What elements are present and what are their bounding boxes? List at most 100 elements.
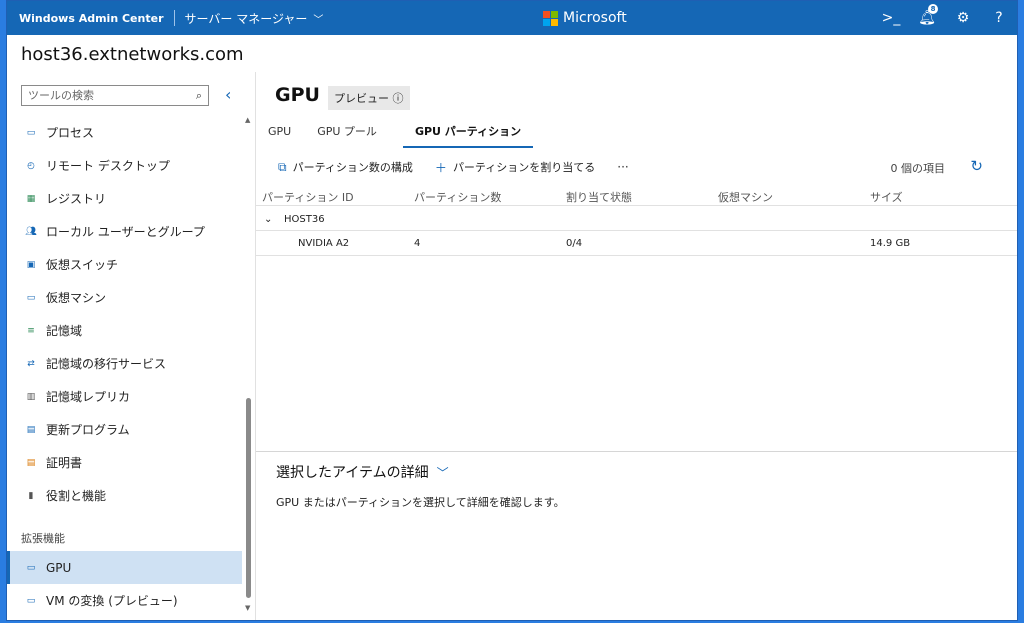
app-window: Windows Admin Center サーバー マネージャー ﹀ Micro… <box>6 0 1018 621</box>
sidebar-item[interactable]: ▭ 仮想マシン <box>7 281 242 314</box>
chevron-down-icon[interactable]: ⌄ <box>264 214 272 225</box>
gear-icon[interactable]: ⚙ <box>945 10 981 26</box>
refresh-icon[interactable]: ↻ <box>970 157 983 175</box>
configure-icon: ⧉ <box>278 159 287 174</box>
sidebar-item-label: リモート デスクトップ <box>46 159 170 173</box>
divider <box>173 10 175 26</box>
sidebar-item-label: ローカル ユーザーとグループ <box>46 225 205 239</box>
sidebar-item[interactable]: ▦ レジストリ <box>7 182 242 215</box>
preview-badge[interactable]: プレビュー ⓘ <box>328 86 410 110</box>
powershell-icon[interactable]: >_ <box>873 10 909 26</box>
assign-label: パーティションを割り当てる <box>452 161 596 174</box>
brand-title[interactable]: Windows Admin Center <box>19 12 164 25</box>
gpu-icon: ▭ <box>26 562 36 573</box>
column-partition-id[interactable]: パーティション ID <box>262 189 354 205</box>
sidebar-item[interactable]: ▭ プロセス <box>7 116 242 149</box>
help-icon[interactable]: ? <box>981 10 1017 26</box>
sidebar-scrollbar[interactable]: ▲ ▼ <box>245 116 253 612</box>
item-count: 0 個の項目 <box>890 162 946 175</box>
host-name: host36.extnetworks.com <box>21 44 244 65</box>
cell-partition-count: 4 <box>414 238 421 249</box>
assign-partition-button[interactable]: ＋ パーティションを割り当てる <box>435 159 595 176</box>
tool-search-box: ⌕ <box>21 85 209 106</box>
tab-gpu-partition[interactable]: GPU パーティション <box>402 124 534 148</box>
more-actions-button[interactable]: ··· <box>617 160 628 174</box>
column-partition-count[interactable]: パーティション数 <box>414 189 501 205</box>
tab-gpu[interactable]: GPU <box>268 124 291 148</box>
virtual-machine-icon: ▭ <box>26 292 36 303</box>
remote-desktop-icon: ◴ <box>27 160 35 171</box>
column-assignment-status[interactable]: 割り当て状態 <box>566 189 632 205</box>
updates-icon: ▤ <box>26 424 36 435</box>
main-content: GPU プレビュー ⓘ GPU GPU プール GPU パーティション ⧉ パー… <box>256 72 1017 620</box>
process-icon: ▭ <box>26 127 36 138</box>
tab-bar: GPU GPU プール GPU パーティション <box>256 124 534 148</box>
details-toggle[interactable]: 選択したアイテムの詳細 ﹀ <box>276 462 449 482</box>
registry-icon: ▦ <box>26 193 36 204</box>
details-title: 選択したアイテムの詳細 <box>276 465 429 481</box>
microsoft-logo: Microsoft <box>543 10 627 26</box>
sidebar-item-label: GPU <box>46 560 72 575</box>
plus-icon: ＋ <box>434 160 447 175</box>
details-pane: 選択したアイテムの詳細 ﹀ GPU またはパーティションを選択して詳細を確認しま… <box>256 451 1017 620</box>
cell-assignment-status: 0/4 <box>566 238 583 249</box>
sidebar-extension-item[interactable]: ▭ VM の変換 (プレビュー) <box>7 584 242 617</box>
sidebar-item[interactable]: ▤ 証明書 <box>7 446 242 479</box>
virtual-switch-icon: ▣ <box>26 259 36 270</box>
sidebar-item-label: 仮想マシン <box>46 291 107 305</box>
top-bar: Windows Admin Center サーバー マネージャー ﹀ Micro… <box>7 1 1017 35</box>
cell-size: 14.9 GB <box>870 238 911 249</box>
scroll-down-icon[interactable]: ▼ <box>245 604 250 612</box>
sidebar-item-label: レジストリ <box>46 192 107 206</box>
users-icon: 👥︎ <box>25 226 37 237</box>
storage-icon: ≡ <box>27 325 35 336</box>
search-icon[interactable]: ⌕ <box>196 89 202 103</box>
column-size[interactable]: サイズ <box>870 189 903 205</box>
sidebar-extension-item[interactable]: ▭ GPU <box>7 551 242 584</box>
column-virtual-machine[interactable]: 仮想マシン <box>718 189 773 205</box>
group-row[interactable]: ⌄ HOST36 <box>256 209 1017 231</box>
certificate-icon: ▤ <box>26 457 36 468</box>
sidebar-item-label: 更新プログラム <box>46 423 130 437</box>
top-icons: >_ 🔔︎ 8 ⚙ ? <box>873 1 1017 35</box>
details-text: GPU またはパーティションを選択して詳細を確認します。 <box>276 496 565 509</box>
sidebar-item[interactable]: ▣ 仮想スイッチ <box>7 248 242 281</box>
sidebar-item[interactable]: ◴ リモート デスクトップ <box>7 149 242 182</box>
toolbar: ⧉ パーティション数の構成 ＋ パーティションを割り当てる ··· 0 個の項目… <box>256 156 1017 178</box>
cell-partition-id: NVIDIA A2 <box>298 238 350 249</box>
storage-replica-icon: ▥ <box>26 391 36 402</box>
sidebar-item-label: 記憶域レプリカ <box>46 390 131 404</box>
sidebar-item[interactable]: 👥︎ ローカル ユーザーとグループ <box>7 215 242 248</box>
sidebar-item-label: 仮想スイッチ <box>46 258 119 272</box>
storage-migration-icon: ⇄ <box>27 358 35 369</box>
sidebar-item[interactable]: ▥ 記憶域レプリカ <box>7 380 242 413</box>
server-manager-dropdown[interactable]: サーバー マネージャー ﹀ <box>185 10 324 27</box>
chevron-down-icon: ﹀ <box>436 465 449 480</box>
configure-partitions-button[interactable]: ⧉ パーティション数の構成 <box>278 159 413 175</box>
sidebar-item[interactable]: ▤ 更新プログラム <box>7 413 242 446</box>
scroll-up-icon[interactable]: ▲ <box>245 116 250 124</box>
sidebar-item[interactable]: ▮ 役割と機能 <box>7 479 242 512</box>
configure-label: パーティション数の構成 <box>292 161 413 174</box>
sidebar-item-label: 役割と機能 <box>46 489 107 503</box>
collapse-sidebar-icon[interactable]: ‹ <box>225 85 231 104</box>
scrollbar-thumb[interactable] <box>246 398 251 598</box>
table-row[interactable]: NVIDIA A2 4 0/4 14.9 GB <box>256 232 1017 256</box>
sidebar-item-label: VM の変換 (プレビュー) <box>46 594 178 608</box>
tab-gpu-pool[interactable]: GPU プール <box>305 124 389 148</box>
microsoft-label: Microsoft <box>563 10 627 26</box>
chevron-down-icon: ﹀ <box>313 14 324 26</box>
notifications-button[interactable]: 🔔︎ 8 <box>909 4 945 26</box>
page-title: GPU <box>275 84 320 106</box>
extensions-section-title: 拡張機能 <box>21 532 65 545</box>
roles-icon: ▮ <box>28 490 34 501</box>
sidebar-item[interactable]: ≡ 記憶域 <box>7 314 242 347</box>
sidebar-item[interactable]: ⇄ 記憶域の移行サービス <box>7 347 242 380</box>
sidebar-item-label: 記憶域 <box>46 324 83 338</box>
vm-conversion-icon: ▭ <box>26 595 36 606</box>
sidebar-item-label: 記憶域の移行サービス <box>46 357 167 371</box>
microsoft-logo-icon <box>543 10 558 26</box>
notification-badge: 8 <box>928 4 938 14</box>
search-input[interactable] <box>22 89 182 102</box>
group-label: HOST36 <box>284 214 325 225</box>
